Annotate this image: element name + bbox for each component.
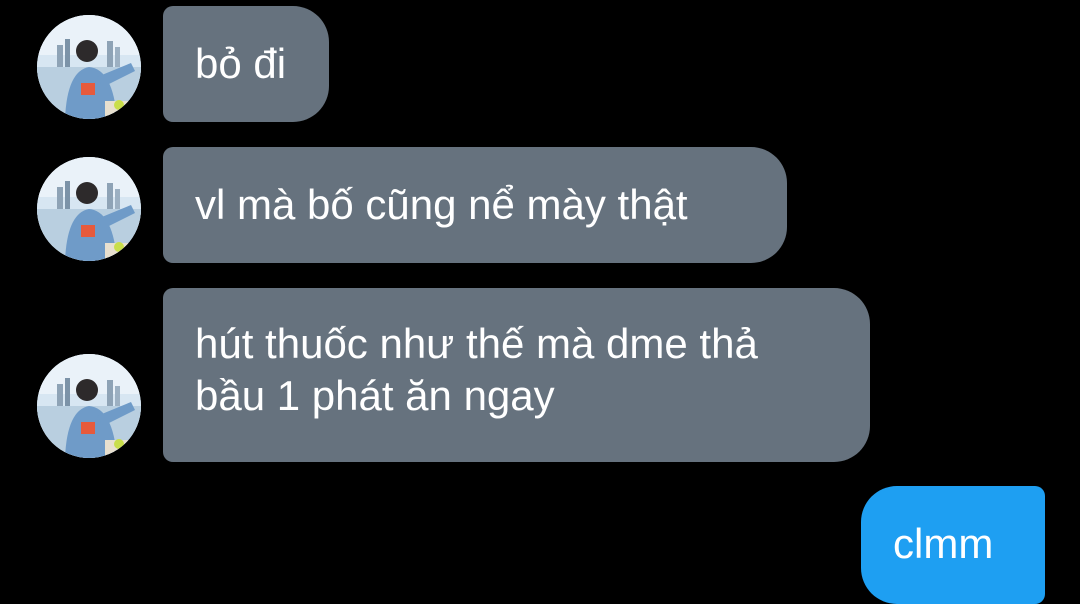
avatar-photo-icon: [37, 157, 141, 261]
message-text-line: hút thuốc như thế mà dme thả: [195, 320, 758, 367]
contact-avatar[interactable]: [37, 157, 141, 261]
avatar-photo-icon: [37, 15, 141, 119]
message-text: bỏ đi: [195, 40, 287, 87]
message-text-line: bầu 1 phát ăn ngay: [195, 372, 555, 419]
incoming-message-bubble[interactable]: hút thuốc như thế mà dme thả bầu 1 phát …: [163, 288, 870, 462]
incoming-message-bubble[interactable]: bỏ đi: [163, 6, 329, 122]
message-text: vl mà bố cũng nể mày thật: [195, 181, 688, 228]
message-text: clmm: [893, 520, 994, 567]
contact-avatar[interactable]: [37, 354, 141, 458]
outgoing-message-bubble[interactable]: clmm: [861, 486, 1045, 604]
contact-avatar[interactable]: [37, 15, 141, 119]
avatar-photo-icon: [37, 354, 141, 458]
incoming-message-bubble[interactable]: vl mà bố cũng nể mày thật: [163, 147, 787, 263]
chat-thread: bỏ đi vl mà bố cũng nể mày thật hút thuố…: [0, 0, 1080, 604]
